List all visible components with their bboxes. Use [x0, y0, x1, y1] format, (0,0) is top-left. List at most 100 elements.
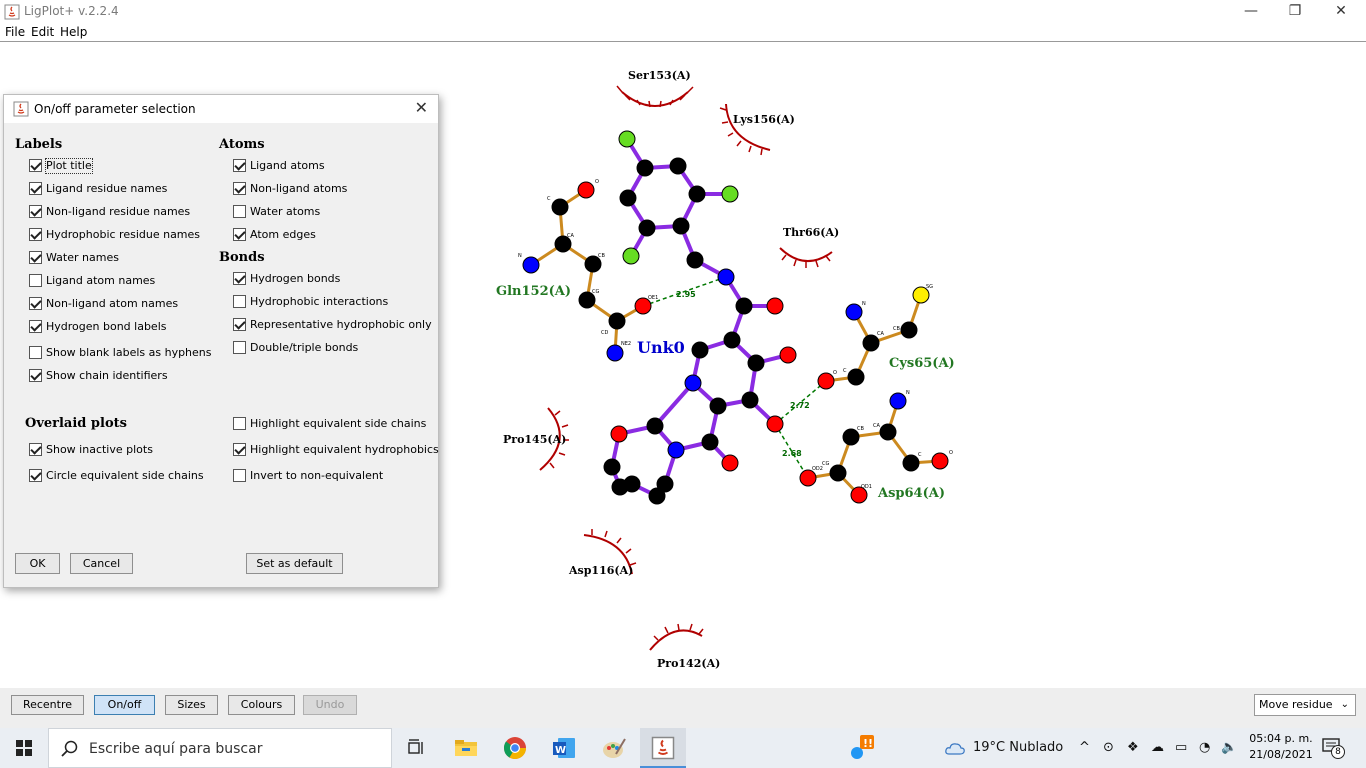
- mode-select[interactable]: Move residue ⌄: [1254, 694, 1356, 716]
- onoff-button[interactable]: On/off: [94, 695, 155, 715]
- bottom-toolbar: Recentre On/off Sizes Colours Undo Move …: [0, 688, 1366, 728]
- checkbox-box[interactable]: [29, 469, 42, 482]
- checkbox-label: Hydrophobic residue names: [46, 228, 201, 241]
- checkbox-box[interactable]: [233, 318, 246, 331]
- windows-start-icon[interactable]: [16, 740, 32, 756]
- set-default-button[interactable]: Set as default: [246, 553, 343, 574]
- svg-text:CA: CA: [873, 423, 880, 429]
- svg-text:C: C: [843, 368, 847, 374]
- checkbox-box[interactable]: [29, 443, 42, 456]
- checkbox-label: Non-ligand atoms: [250, 182, 348, 195]
- onedrive-icon[interactable]: ☁: [1151, 740, 1164, 755]
- svg-text:CA: CA: [877, 331, 884, 337]
- svg-text:N: N: [862, 301, 866, 307]
- checkbox-box[interactable]: [233, 272, 246, 285]
- checkbox-box[interactable]: [29, 320, 42, 333]
- sizes-button[interactable]: Sizes: [165, 695, 218, 715]
- paint-icon[interactable]: [600, 734, 628, 762]
- volume-icon[interactable]: 🔈: [1221, 740, 1237, 755]
- checkbox-label: Invert to non-equivalent: [250, 469, 384, 482]
- dialog-title: On/off parameter selection: [34, 102, 196, 116]
- checkbox-box[interactable]: [29, 182, 42, 195]
- checkbox-box[interactable]: [29, 346, 42, 359]
- residue-label-thr66: Thr66(A): [783, 226, 839, 239]
- task-view-icon[interactable]: [402, 734, 430, 762]
- dialog-body: Labels Atoms Bonds Overlaid plots Plot t…: [4, 123, 439, 587]
- checkbox-box[interactable]: [233, 443, 246, 456]
- checkbox-box[interactable]: [29, 228, 42, 241]
- menu-edit[interactable]: Edit: [31, 25, 54, 39]
- residue-label-pro142: Pro142(A): [657, 657, 720, 670]
- taskbar-java-app-active[interactable]: [640, 728, 686, 768]
- svg-text:CB: CB: [598, 253, 605, 259]
- checkbox-box[interactable]: [233, 341, 246, 354]
- checkbox-label: Non-ligand atom names: [46, 297, 179, 310]
- checkbox-box[interactable]: [233, 469, 246, 482]
- dropbox-icon[interactable]: ❖: [1127, 740, 1139, 755]
- alert-app-icon[interactable]: !!: [848, 734, 876, 762]
- checkbox-label: Non-ligand residue names: [46, 205, 191, 218]
- ligand-label: Unk0: [637, 338, 685, 357]
- svg-text:OD2: OD2: [812, 466, 823, 472]
- overlaid-plots-heading: Overlaid plots: [25, 416, 127, 431]
- meet-now-icon[interactable]: ⊙: [1103, 740, 1114, 755]
- recentre-button[interactable]: Recentre: [11, 695, 84, 715]
- svg-text:SG: SG: [926, 284, 933, 290]
- checkbox-box[interactable]: [29, 274, 42, 287]
- checkbox-box[interactable]: [233, 417, 246, 430]
- taskbar-search-box[interactable]: Escribe aquí para buscar: [48, 728, 392, 768]
- close-button[interactable]: ✕: [1318, 0, 1364, 24]
- search-icon: [61, 740, 78, 757]
- dialog-title-bar: On/off parameter selection ✕: [4, 95, 438, 123]
- checkbox-label: Highlight equivalent hydrophobics: [250, 443, 439, 456]
- checkbox-box[interactable]: [29, 205, 42, 218]
- taskbar-clock[interactable]: 05:04 p. m. 21/08/2021: [1248, 731, 1314, 763]
- file-explorer-icon[interactable]: [452, 734, 480, 762]
- checkbox-box[interactable]: [233, 159, 246, 172]
- checkbox-box[interactable]: [233, 205, 246, 218]
- svg-text:CG: CG: [822, 461, 829, 467]
- checkbox-label: Show blank labels as hyphens: [46, 346, 212, 359]
- restore-button[interactable]: ❐: [1272, 0, 1318, 24]
- wifi-icon[interactable]: ◔: [1199, 740, 1210, 755]
- checkbox-label: Hydrogen bond labels: [46, 320, 167, 333]
- residue-label-ser153: Ser153(A): [628, 69, 691, 82]
- chrome-icon[interactable]: [501, 734, 529, 762]
- residue-label-gln152: Gln152(A): [496, 284, 571, 299]
- hbond-distance-3: 2.68: [782, 449, 802, 458]
- residue-label-pro145: Pro145(A): [503, 433, 566, 446]
- java-app-icon: [651, 736, 675, 760]
- svg-text:N: N: [518, 253, 522, 259]
- minimize-button[interactable]: —: [1228, 0, 1274, 24]
- checkbox-box[interactable]: [29, 251, 42, 264]
- chevron-up-icon[interactable]: ^: [1079, 740, 1090, 755]
- battery-icon[interactable]: ▭: [1175, 740, 1187, 755]
- word-icon[interactable]: W: [550, 734, 578, 762]
- checkbox-label: Ligand atom names: [46, 274, 156, 287]
- ok-button[interactable]: OK: [15, 553, 60, 574]
- hydrophobic-arc-lys156: [725, 103, 771, 151]
- hbond-distance-2: 2.72: [790, 401, 810, 410]
- colours-button[interactable]: Colours: [228, 695, 295, 715]
- menu-file[interactable]: File: [5, 25, 25, 39]
- checkbox-box[interactable]: [29, 369, 42, 382]
- checkbox-box[interactable]: [233, 228, 246, 241]
- cancel-button[interactable]: Cancel: [70, 553, 133, 574]
- java-app-icon: [4, 4, 20, 20]
- notification-center-icon[interactable]: 8: [1322, 738, 1345, 759]
- clock-time: 05:04 p. m.: [1249, 732, 1313, 745]
- weather-text[interactable]: 19°C Nublado: [973, 740, 1063, 755]
- checkbox-box[interactable]: [29, 159, 42, 172]
- checkbox-label: Hydrogen bonds: [250, 272, 341, 285]
- onoff-dialog: On/off parameter selection ✕ Labels Atom…: [3, 94, 439, 588]
- svg-text:CA: CA: [567, 233, 574, 239]
- dialog-close-icon[interactable]: ✕: [415, 98, 428, 117]
- checkbox-box[interactable]: [233, 182, 246, 195]
- window-title: LigPlot+ v.2.2.4: [24, 4, 119, 18]
- checkbox-box[interactable]: [233, 295, 246, 308]
- menu-help[interactable]: Help: [60, 25, 87, 39]
- undo-button[interactable]: Undo: [303, 695, 357, 715]
- checkbox-label: Show inactive plots: [46, 443, 153, 456]
- checkbox-box[interactable]: [29, 297, 42, 310]
- checkbox-label: Atom edges: [250, 228, 316, 241]
